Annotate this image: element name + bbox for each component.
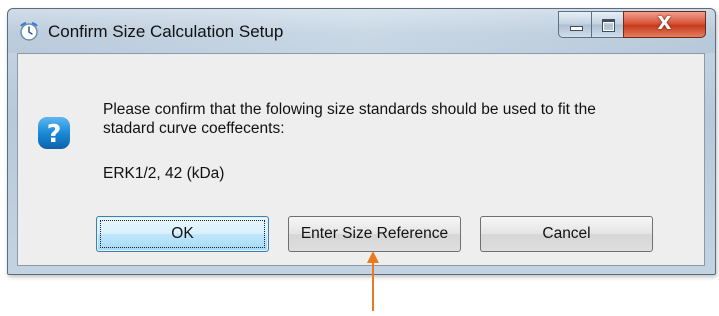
dialog-content: ? Please confirm that the folowing size … [17,53,705,266]
clock-icon [20,22,38,41]
confirmation-message-line-2: stadard curve coeffecents: [103,120,285,137]
ok-button-label: OK [171,225,194,242]
minimize-icon [570,26,583,31]
cancel-button[interactable]: Cancel [480,216,653,252]
enter-size-reference-button[interactable]: Enter Size Reference [288,216,461,252]
cancel-button-label: Cancel [542,225,591,242]
window-title: Confirm Size Calculation Setup [48,22,284,41]
confirmation-message-line-1: Please confirm that the folowing size st… [103,101,596,118]
ok-button[interactable]: OK [96,216,269,252]
minimize-button[interactable] [558,11,592,38]
question-icon: ? [38,117,70,149]
confirm-size-calculation-dialog: Confirm Size Calculation Setup X ? Pleas… [7,8,716,275]
close-icon: X [657,13,672,34]
maximize-button[interactable] [591,11,624,38]
arrow-up-annotation [367,251,379,311]
maximize-icon [602,19,615,32]
svg-text:?: ? [47,119,62,148]
close-button[interactable]: X [623,11,706,38]
title-bar[interactable]: Confirm Size Calculation Setup X [8,9,715,53]
size-standards-text: ERK1/2, 42 (kDa) [103,165,225,182]
enter-size-reference-label: Enter Size Reference [300,225,449,242]
